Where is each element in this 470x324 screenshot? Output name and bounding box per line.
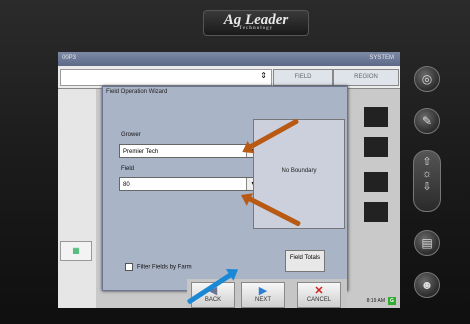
field-label: Field <box>121 166 135 172</box>
no-boundary-text: No Boundary <box>281 168 317 174</box>
brand-sub: Technology <box>238 26 274 31</box>
next-label: NEXT <box>254 297 271 303</box>
left-panel: ▦ <box>58 89 96 308</box>
brightness-updown-icon[interactable]: ⇧ ☼ ⇩ <box>413 150 441 212</box>
cancel-label: CANCEL <box>306 297 332 303</box>
field-value: 80 <box>123 182 130 188</box>
filter-fields-label: Filter Fields by Farm <box>137 264 192 271</box>
tab-field[interactable]: FIELD <box>273 69 333 86</box>
field-select[interactable]: 80 ▾ <box>119 177 260 191</box>
clock: 8:19 AM <box>366 298 385 304</box>
map-icon[interactable]: ◎ <box>414 66 440 92</box>
topbar-left-label: 00P3 <box>62 55 77 61</box>
filter-fields-checkbox[interactable]: Filter Fields by Farm <box>125 263 192 271</box>
grower-value: Premier Tech <box>123 149 159 155</box>
right-block <box>364 137 388 157</box>
next-button[interactable]: ▶ NEXT <box>241 282 285 308</box>
cancel-button[interactable]: ✕ CANCEL <box>297 282 341 308</box>
checkbox-box[interactable] <box>125 263 133 271</box>
list-icon[interactable]: ▦ <box>60 241 92 261</box>
grower-label: Grower <box>121 132 141 138</box>
status-bar: 8:19 AM G <box>367 297 396 305</box>
top-bar: 00P3 SYSTEM <box>58 52 400 66</box>
brand-logo: Ag Leader Technology <box>203 10 309 36</box>
up-arrow-icon[interactable]: ⇧ <box>414 155 440 168</box>
sun-icon: ☼ <box>421 168 433 180</box>
field-totals-button[interactable]: Field Totals <box>285 250 325 272</box>
dialog-title: Field Operation Wizard <box>106 89 168 95</box>
cancel-x-icon: ✕ <box>314 285 324 297</box>
next-arrow-icon: ▶ <box>258 285 268 297</box>
scroll-arrows-icon[interactable]: ⇕ <box>260 71 267 80</box>
run-icon[interactable]: ☻ <box>414 272 440 298</box>
field-operation-wizard-dialog: Field Operation Wizard Grower Premier Te… <box>102 86 348 308</box>
tab-region[interactable]: REGION <box>333 69 399 86</box>
right-block <box>364 172 388 192</box>
address-field[interactable]: ⇕ <box>60 69 272 86</box>
right-block <box>364 202 388 222</box>
book-icon[interactable]: ▤ <box>414 230 440 256</box>
down-arrow-icon[interactable]: ⇩ <box>414 180 440 193</box>
topbar-system-label[interactable]: SYSTEM <box>369 55 394 61</box>
gps-status-icon: G <box>388 297 396 305</box>
back-label: BACK <box>204 297 222 303</box>
wrench-icon[interactable]: ✎ <box>414 108 440 134</box>
right-block <box>364 107 388 127</box>
display-device: Ag Leader Technology 00P3 SYSTEM ⇕ FIELD… <box>0 0 470 324</box>
